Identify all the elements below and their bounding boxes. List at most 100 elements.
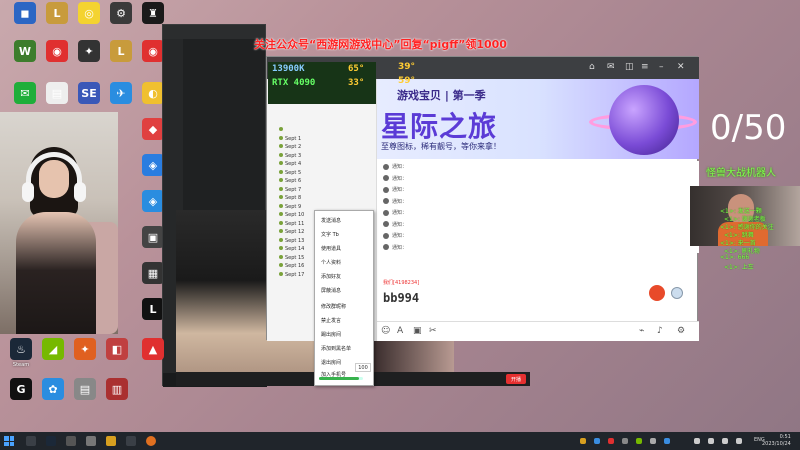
desktop-icon[interactable]: ◧ xyxy=(100,338,134,374)
taskbar-clock[interactable]: 0:51 2023/10/24 xyxy=(762,434,791,448)
desktop-icon[interactable]: G xyxy=(4,378,38,414)
minimize-icon[interactable]: – xyxy=(659,62,664,72)
send-mode-icon[interactable]: ⌁ xyxy=(639,326,644,336)
network-icon[interactable] xyxy=(694,438,700,444)
tree-row[interactable]: Sept 7 xyxy=(279,186,301,193)
desktop-icon[interactable]: ◢ xyxy=(36,338,70,374)
tree-row-label: Sept 9 xyxy=(285,203,302,210)
menu-icon[interactable]: ≡ xyxy=(641,62,649,72)
tree-row[interactable]: Sept 2 xyxy=(279,144,301,150)
font-icon[interactable]: A xyxy=(397,326,403,336)
start-button[interactable] xyxy=(4,436,14,446)
gift-icon[interactable] xyxy=(649,285,665,301)
desktop-icon[interactable]: ▤ xyxy=(68,378,102,414)
desktop-app-icon: ◈ xyxy=(142,154,164,176)
desktop-icon[interactable]: ▲ xyxy=(136,338,170,374)
user-status-icon xyxy=(279,152,283,157)
tray-icon-4[interactable] xyxy=(622,438,628,444)
settings-icon[interactable]: ⚙ xyxy=(677,326,685,336)
desktop-icon[interactable]: ✦ xyxy=(72,40,106,76)
tree-row[interactable]: Sept 5 xyxy=(279,169,301,176)
tree-row[interactable]: Sept 10 xyxy=(279,212,304,218)
context-menu-item[interactable]: 屏蔽消息 xyxy=(321,287,341,294)
tree-row[interactable]: Sept 9 xyxy=(279,203,302,210)
tree-row[interactable]: Sept 1 xyxy=(279,135,301,142)
chat-message-text: 通知： xyxy=(392,221,408,228)
tree-row[interactable]: Sept 14 xyxy=(279,246,304,252)
tree-row[interactable]: Sept 11 xyxy=(279,220,304,227)
gamepad-icon[interactable]: ◫ xyxy=(625,62,634,72)
context-menu-item[interactable]: 使用道具 xyxy=(321,245,341,252)
tree-row[interactable] xyxy=(279,127,285,133)
context-menu-item[interactable]: 退出房间 xyxy=(321,359,341,366)
volume-icon[interactable] xyxy=(708,438,714,444)
cpu-label: 13900K xyxy=(272,64,305,74)
home-icon[interactable]: ⌂ xyxy=(589,62,595,72)
desktop-icon[interactable]: ✦ xyxy=(68,338,102,374)
hardware-stats-overlay: 13900K RTX 4090 65° 33° xyxy=(268,62,376,104)
client-titlebar[interactable] xyxy=(163,25,265,39)
tray-icon-5[interactable] xyxy=(636,438,642,444)
taskbar-folder-icon[interactable] xyxy=(106,436,116,446)
promo-banner[interactable]: 游戏宝贝 | 第一季 星际之旅 至尊图标，稀有靓号，等你来拿！ xyxy=(377,79,699,159)
taskbar-search-icon[interactable] xyxy=(26,436,36,446)
taskbar-app4-icon[interactable] xyxy=(146,436,156,446)
chat-message-text: 通知： xyxy=(392,233,408,239)
context-menu-item[interactable]: 禁止发言 xyxy=(321,317,341,324)
mic-icon[interactable]: ♪ xyxy=(657,326,663,336)
taskbar-app2-icon[interactable] xyxy=(86,436,96,446)
battery-icon[interactable] xyxy=(722,438,728,444)
close-icon[interactable]: ✕ xyxy=(677,62,685,72)
tree-row[interactable]: Sept 16 xyxy=(279,263,304,269)
tray-icon-1[interactable] xyxy=(580,438,586,444)
desktop-icon[interactable]: ◎ xyxy=(72,2,106,38)
context-menu-item[interactable]: 个人资料 xyxy=(321,259,341,266)
desktop-icon[interactable]: L xyxy=(40,2,74,38)
tree-row[interactable]: Sept 12 xyxy=(279,229,304,235)
tray-icon-3[interactable] xyxy=(608,438,614,444)
notify-icon[interactable] xyxy=(736,438,742,444)
context-menu-item[interactable]: 加入手机号 xyxy=(321,371,346,378)
scissors-icon[interactable]: ✂ xyxy=(429,326,437,336)
context-menu-item[interactable]: 发送消息 xyxy=(321,217,341,224)
context-menu-item[interactable]: 添加好友 xyxy=(321,273,341,280)
desktop-app-icon: ▦ xyxy=(142,262,164,284)
desktop-icon[interactable]: ▥ xyxy=(100,378,134,414)
taskbar-app3-icon[interactable] xyxy=(126,436,136,446)
desktop-icon[interactable]: ⚙ xyxy=(104,2,138,38)
context-menu-item[interactable]: 添加到黑名单 xyxy=(321,345,351,352)
tree-row[interactable]: Sept 13 xyxy=(279,237,305,244)
follower-counter: 0/50 xyxy=(710,108,787,148)
taskbar-steam-icon[interactable] xyxy=(46,436,56,446)
tree-row[interactable]: Sept 15 xyxy=(279,254,304,261)
taskbar-app-icon[interactable] xyxy=(66,436,76,446)
context-menu-item[interactable]: 修改群昵称 xyxy=(321,303,346,310)
desktop-icon[interactable]: W xyxy=(8,40,42,76)
tree-row[interactable]: Sept 6 xyxy=(279,178,301,184)
context-menu-item[interactable]: 文字 Tb xyxy=(321,231,339,238)
tray-icon-2[interactable] xyxy=(594,438,600,444)
user-status-icon xyxy=(279,220,283,225)
tree-row[interactable]: Sept 8 xyxy=(279,195,301,201)
volume-value[interactable]: 100 xyxy=(355,363,371,372)
refresh-icon[interactable] xyxy=(671,287,683,299)
desktop-icon[interactable]: ◉ xyxy=(40,40,74,76)
headset-ear-right xyxy=(74,182,86,202)
tray-icon-6[interactable] xyxy=(650,438,656,444)
desktop-icon[interactable]: L xyxy=(104,40,138,76)
desktop-icon[interactable]: ◼ xyxy=(8,2,42,38)
desktop-icon[interactable]: ♨ Steam xyxy=(4,338,38,374)
tree-row[interactable]: Sept 4 xyxy=(279,161,301,167)
start-stream-button[interactable]: 开播 xyxy=(506,374,526,384)
tree-row[interactable]: Sept 17 xyxy=(279,271,304,278)
tree-row-label: Sept 13 xyxy=(285,237,305,244)
context-menu-item[interactable]: 踢出房间 xyxy=(321,331,341,338)
mail-icon[interactable]: ✉ xyxy=(607,62,615,72)
tree-row[interactable]: Sept 3 xyxy=(279,152,301,159)
emoji-icon[interactable]: ☺ xyxy=(381,326,390,336)
banner-title: 星际之旅 xyxy=(381,110,498,143)
image-icon[interactable]: ▣ xyxy=(413,326,422,336)
tray-icon-7[interactable] xyxy=(664,438,670,444)
chat-message: 通知： xyxy=(383,163,407,170)
desktop-icon[interactable]: ✿ xyxy=(36,378,70,414)
